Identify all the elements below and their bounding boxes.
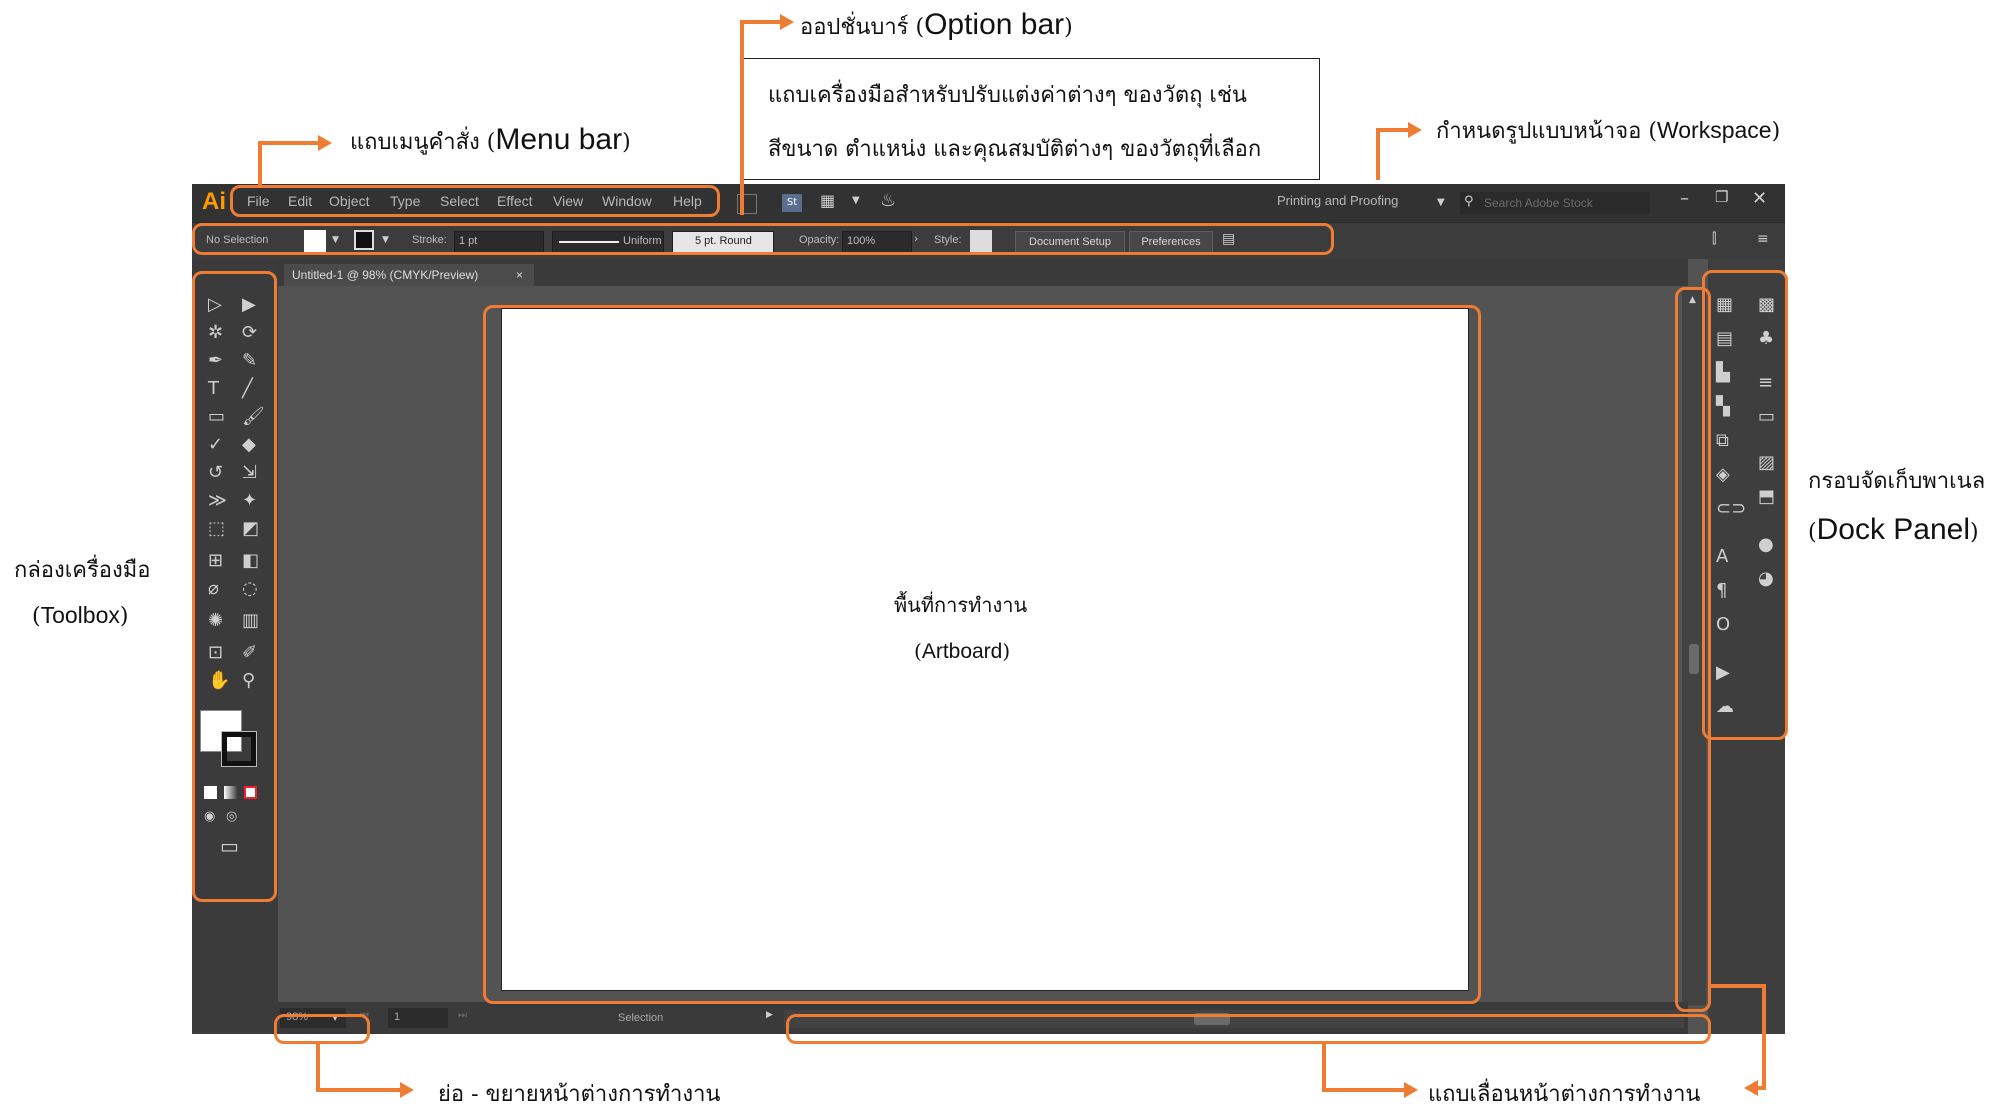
scroll-label: แถบเลื่อนหน้าต่างการทำงาน [1428,1082,1701,1107]
option-desc-line1: แถบเครื่องมือสำหรับปรับแต่งค่าต่างๆ ของว… [768,83,1247,108]
menu-arrow-h [258,141,320,145]
document-tab-title: Untitled-1 @ 98% (CMYK/Preview) [292,268,479,282]
arrange-documents-icon[interactable]: ▦ [820,193,835,209]
dock-label-en: (Dock Panel) [1808,513,1979,546]
workspace-chevron-icon: ▼ [1437,197,1445,208]
vscroll-arrow-v [1762,984,1766,1090]
zoom-arrow-v [316,1044,320,1092]
dock-label-thai: กรอบจัดเก็บพาเนล [1808,469,1986,494]
ai-logo: Ai [202,188,226,215]
toolbox-label-en: (Toolbox) [32,602,129,629]
stock-icon[interactable]: St [782,194,802,212]
search-placeholder: Search Adobe Stock [1484,196,1593,210]
option-arrowhead [780,14,794,30]
vscroll-arrow-h2 [1758,1086,1766,1090]
menubar-highlight [230,185,720,217]
search-adobe-stock[interactable]: ⚲ Search Adobe Stock [1460,192,1650,214]
zoom-arrowhead [400,1082,414,1098]
dock-highlight [1702,270,1788,740]
menu-arrow-v [258,141,262,187]
gpu-performance-icon[interactable]: ♨ [880,192,896,210]
workspace-name: Printing and Proofing [1277,193,1399,208]
menu-arrowhead [318,135,332,151]
last-artboard-icon[interactable]: ⏭ [458,1011,467,1021]
option-bar-label: ออปชั่นบาร์ (Option bar) [800,8,1073,41]
zoom-label: ย่อ - ขยายหน้าต่างการทำงาน [438,1082,721,1107]
toolbox-highlight [192,271,277,902]
hscroll-highlight [786,1014,1711,1044]
option-arrow-h [740,20,782,24]
minimize-icon[interactable]: – [1680,190,1689,208]
workspace-label: กำหนดรูปแบบหน้าจอ (Workspace) [1436,117,1781,144]
document-tab[interactable]: Untitled-1 @ 98% (CMYK/Preview) × [284,264,534,286]
panel-menu-icon[interactable]: ≡ [1757,232,1769,246]
option-arrow-v [740,20,744,215]
workspace-arrow-v [1376,128,1380,180]
hscroll-arrow-v [1322,1044,1326,1092]
option-bar-description-box: แถบเครื่องมือสำหรับปรับแต่งค่าต่างๆ ของว… [742,58,1320,180]
zoom-arrow-h [316,1088,402,1092]
optionbar-highlight [192,223,1334,255]
chevron-down-icon[interactable]: ▼ [852,196,860,206]
zoom-highlight [274,1014,370,1044]
workspace-switcher[interactable]: Printing and Proofing ▼ [1277,190,1452,216]
vscroll-arrow-h [1708,984,1764,988]
hscroll-arrow-h [1322,1088,1406,1092]
option-desc-line2: สีขนาด ตำแหน่ง และคุณสมบัติต่างๆ ของวัตถ… [768,137,1262,162]
toolbox-label-thai: กล่องเครื่องมือ [14,558,151,583]
align-icon[interactable]: ⫿ [1712,232,1716,246]
search-icon: ⚲ [1464,194,1474,209]
vscroll-highlight [1675,287,1711,1012]
current-tool-status: Selection [618,1012,664,1024]
close-icon[interactable]: ✕ [1752,190,1767,208]
artboard-highlight [483,305,1481,1004]
workspace-arrow-h [1376,128,1410,132]
close-tab-icon[interactable]: × [516,264,523,286]
status-menu-icon[interactable]: ▶ [766,1011,773,1020]
restore-icon[interactable]: ❐ [1715,190,1728,205]
workspace-arrowhead [1408,122,1422,138]
menu-bar-label: แถบเมนูคำสั่ง (Menu bar) [350,123,631,156]
vscroll-arrowhead [1744,1080,1758,1096]
artboard-number-field[interactable]: 1 [388,1008,448,1028]
artboard-number: 1 [394,1011,401,1023]
hscroll-arrowhead [1404,1082,1418,1098]
